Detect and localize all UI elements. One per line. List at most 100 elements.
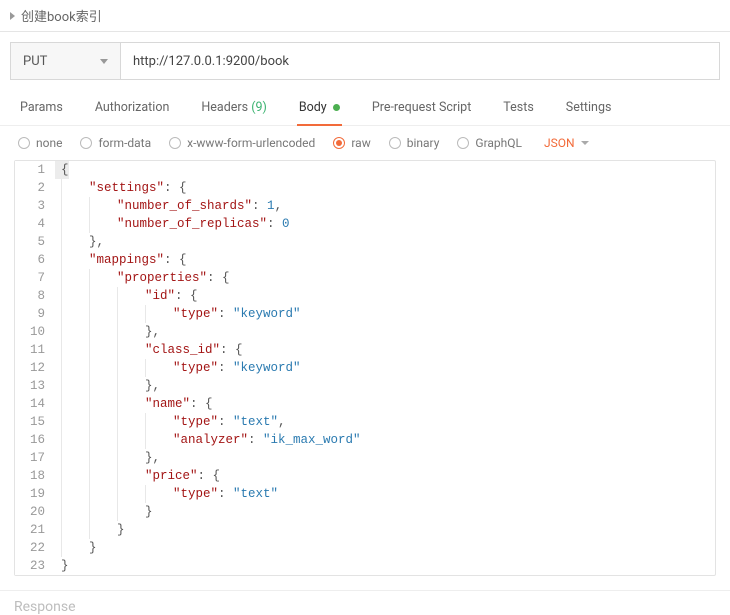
body-type-graphql[interactable]: GraphQL — [457, 136, 522, 150]
body-type-none[interactable]: none — [18, 136, 62, 150]
line-number: 18 — [15, 467, 55, 485]
editor-line[interactable]: 7"properties": { — [15, 269, 715, 287]
tab-prerequest[interactable]: Pre-request Script — [370, 90, 473, 125]
body-type-graphql-label: GraphQL — [475, 136, 522, 150]
tab-settings[interactable]: Settings — [564, 90, 614, 125]
tab-tests[interactable]: Tests — [501, 90, 535, 125]
line-code: "type": "text", — [55, 413, 286, 431]
line-number: 16 — [15, 431, 55, 449]
http-method-value: PUT — [23, 54, 47, 69]
line-number: 22 — [15, 539, 55, 557]
line-number: 20 — [15, 503, 55, 521]
editor-line[interactable]: 6"mappings": { — [15, 251, 715, 269]
editor-line[interactable]: 20} — [15, 503, 715, 521]
body-format-label: JSON — [544, 136, 575, 150]
line-number: 5 — [15, 233, 55, 251]
tab-body[interactable]: Body — [297, 90, 342, 125]
line-number: 4 — [15, 215, 55, 233]
tab-headers[interactable]: Headers (9) — [199, 90, 268, 125]
editor-line[interactable]: 10}, — [15, 323, 715, 341]
editor-line[interactable]: 2"settings": { — [15, 179, 715, 197]
line-code: "analyzer": "ik_max_word" — [55, 431, 361, 449]
body-type-x-www[interactable]: x-www-form-urlencoded — [169, 136, 315, 150]
editor-line[interactable]: 3"number_of_shards": 1, — [15, 197, 715, 215]
line-code: } — [55, 557, 69, 575]
line-code: "number_of_replicas": 0 — [55, 215, 290, 233]
line-code: { — [55, 161, 69, 179]
line-code: "price": { — [55, 467, 220, 485]
url-value: http://127.0.0.1:9200/book — [133, 54, 289, 69]
line-code: "type": "keyword" — [55, 359, 301, 377]
chevron-down-icon — [581, 141, 589, 145]
line-code: "settings": { — [55, 179, 187, 197]
code-editor[interactable]: 1{2"settings": {3"number_of_shards": 1,4… — [14, 160, 716, 576]
http-method-select[interactable]: PUT — [10, 42, 120, 80]
tab-params[interactable]: Params — [18, 90, 65, 125]
editor-line[interactable]: 5}, — [15, 233, 715, 251]
line-code: } — [55, 503, 153, 521]
body-type-raw[interactable]: raw — [333, 136, 370, 150]
radio-icon — [169, 137, 181, 149]
editor-line[interactable]: 4"number_of_replicas": 0 — [15, 215, 715, 233]
tab-headers-label: Headers — [201, 100, 248, 115]
line-number: 15 — [15, 413, 55, 431]
line-code: } — [55, 521, 125, 539]
radio-icon — [333, 137, 345, 149]
line-code: "number_of_shards": 1, — [55, 197, 282, 215]
body-type-raw-label: raw — [351, 136, 370, 150]
body-type-x-www-label: x-www-form-urlencoded — [187, 136, 315, 150]
line-number: 17 — [15, 449, 55, 467]
line-number: 2 — [15, 179, 55, 197]
line-number: 23 — [15, 557, 55, 575]
line-number: 12 — [15, 359, 55, 377]
editor-line[interactable]: 1{ — [15, 161, 715, 179]
editor-line[interactable]: 21} — [15, 521, 715, 539]
editor-line[interactable]: 16"analyzer": "ik_max_word" — [15, 431, 715, 449]
line-number: 6 — [15, 251, 55, 269]
line-number: 8 — [15, 287, 55, 305]
body-type-none-label: none — [36, 136, 62, 150]
editor-line[interactable]: 11"class_id": { — [15, 341, 715, 359]
url-input[interactable]: http://127.0.0.1:9200/book — [120, 42, 720, 80]
radio-icon — [80, 137, 92, 149]
url-row: PUT http://127.0.0.1:9200/book — [0, 32, 730, 90]
editor-line[interactable]: 23} — [15, 557, 715, 575]
line-number: 10 — [15, 323, 55, 341]
request-tabs: Params Authorization Headers (9) Body Pr… — [0, 90, 730, 126]
editor-line[interactable]: 8"id": { — [15, 287, 715, 305]
editor-line[interactable]: 17}, — [15, 449, 715, 467]
body-modified-dot-icon — [333, 104, 340, 111]
editor-line[interactable]: 22} — [15, 539, 715, 557]
editor-line[interactable]: 19"type": "text" — [15, 485, 715, 503]
editor-line[interactable]: 12"type": "keyword" — [15, 359, 715, 377]
line-number: 21 — [15, 521, 55, 539]
line-number: 19 — [15, 485, 55, 503]
editor-line[interactable]: 14"name": { — [15, 395, 715, 413]
line-code: "id": { — [55, 287, 198, 305]
radio-icon — [457, 137, 469, 149]
tab-authorization[interactable]: Authorization — [93, 90, 172, 125]
editor-line[interactable]: 13}, — [15, 377, 715, 395]
body-type-binary-label: binary — [407, 136, 440, 150]
line-code: "type": "text" — [55, 485, 278, 503]
collapse-triangle-icon — [10, 12, 15, 20]
body-type-form-data-label: form-data — [98, 136, 151, 150]
line-code: } — [55, 539, 97, 557]
editor-line[interactable]: 9"type": "keyword" — [15, 305, 715, 323]
line-number: 14 — [15, 395, 55, 413]
body-format-select[interactable]: JSON — [544, 136, 589, 150]
editor-line[interactable]: 15"type": "text", — [15, 413, 715, 431]
response-section-header[interactable]: Response — [0, 590, 730, 615]
request-title-bar[interactable]: 创建book索引 — [0, 0, 730, 32]
line-code: "class_id": { — [55, 341, 243, 359]
body-type-row: none form-data x-www-form-urlencoded raw… — [0, 126, 730, 160]
radio-icon — [389, 137, 401, 149]
line-code: }, — [55, 233, 104, 251]
editor-line[interactable]: 18"price": { — [15, 467, 715, 485]
body-type-binary[interactable]: binary — [389, 136, 440, 150]
body-type-form-data[interactable]: form-data — [80, 136, 151, 150]
radio-icon — [18, 137, 30, 149]
line-number: 9 — [15, 305, 55, 323]
line-number: 7 — [15, 269, 55, 287]
line-number: 13 — [15, 377, 55, 395]
